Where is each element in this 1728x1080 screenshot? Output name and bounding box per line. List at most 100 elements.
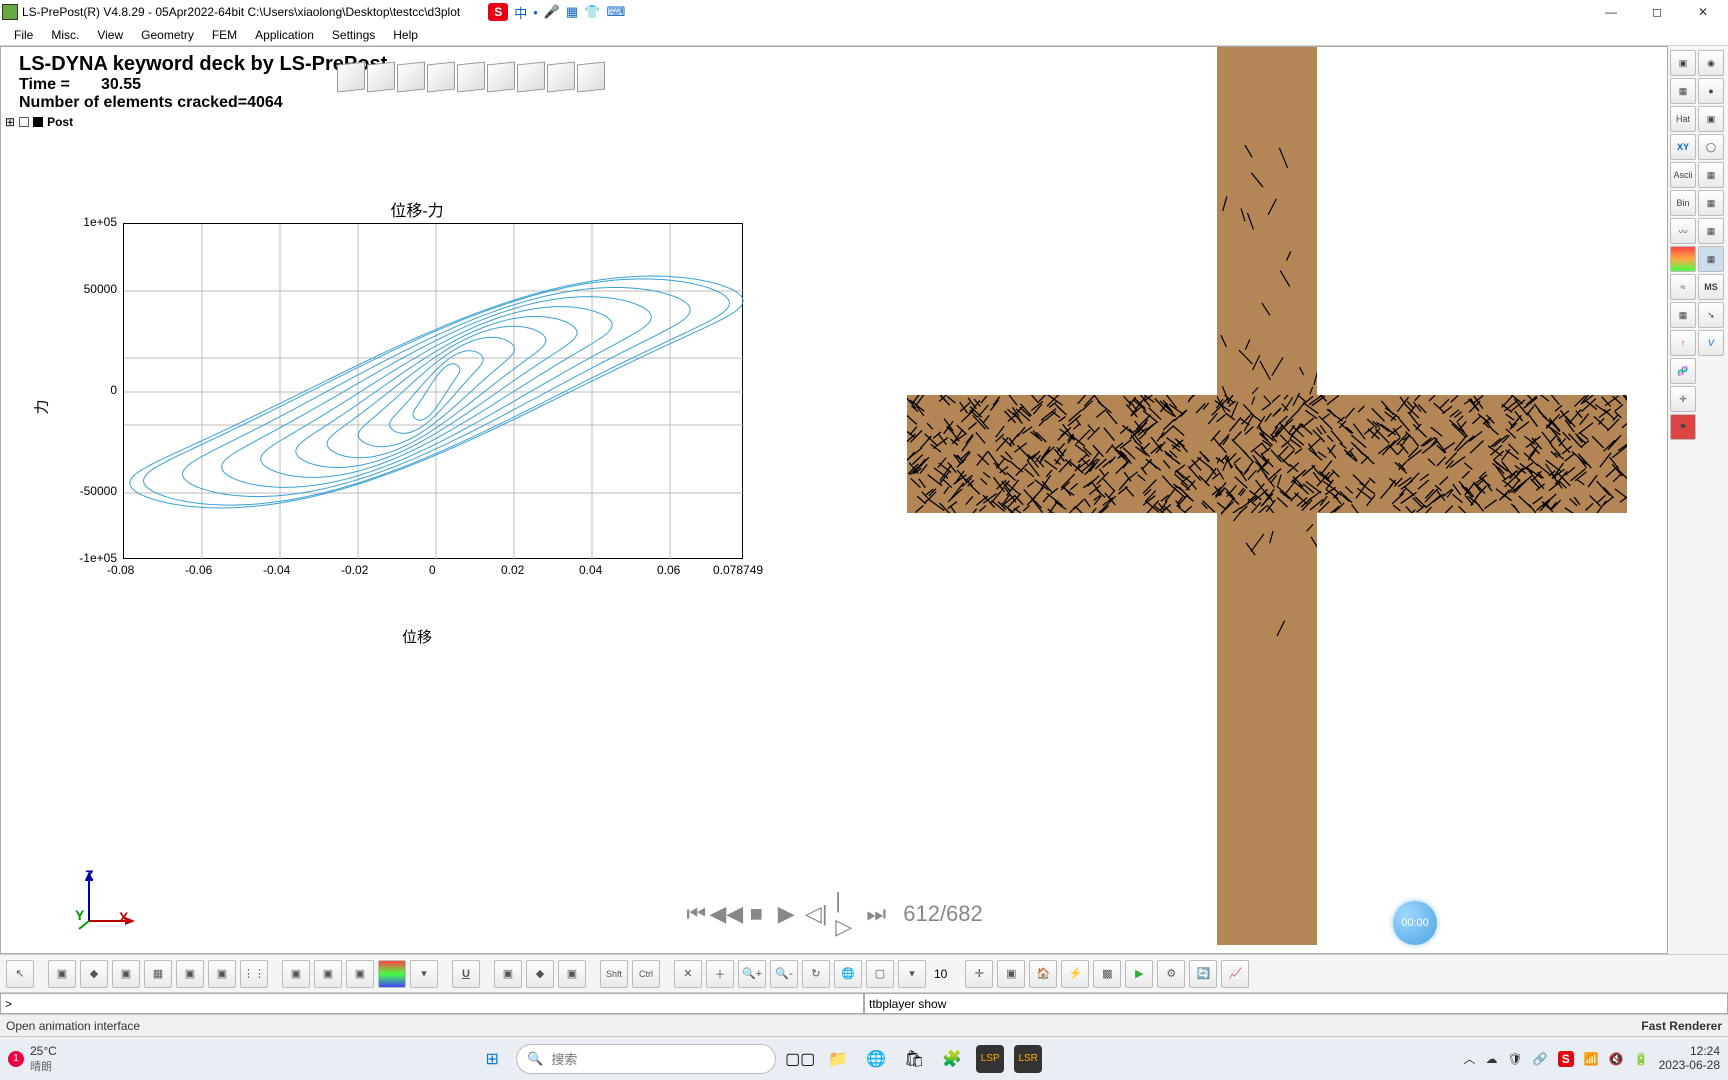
tool-grid3-icon[interactable]: ▦ [1698,246,1724,272]
bt-fringe-icon[interactable] [378,960,406,988]
menu-fem[interactable]: FEM [204,26,245,44]
menu-file[interactable]: File [6,26,41,44]
bt-wire5-icon[interactable]: ▣ [176,960,204,988]
menu-geometry[interactable]: Geometry [133,26,202,44]
bt-shade2-icon[interactable]: ▣ [314,960,342,988]
tool-cube-icon[interactable]: ▣ [1670,50,1696,76]
menu-misc[interactable]: Misc. [43,26,87,44]
store-icon[interactable]: 🛍 [900,1045,928,1073]
menu-settings[interactable]: Settings [324,26,383,44]
last-frame-button[interactable]: ⏭ [865,903,887,925]
tool-render-icon[interactable]: ◉ [1698,50,1724,76]
tool-mesh-icon[interactable]: ▦ [1698,218,1724,244]
bt-wire6-icon[interactable]: ▣ [208,960,236,988]
stop-button[interactable]: ■ [745,903,767,925]
ime-lang[interactable]: 中 [514,3,527,22]
tool-ball-icon[interactable]: ● [1698,78,1724,104]
view-front-icon[interactable] [367,62,395,93]
first-frame-button[interactable]: ⏮ [685,903,707,925]
ime-shirt-icon[interactable]: 👕 [584,4,600,20]
bt-shft-icon[interactable]: Shft [600,960,628,988]
model-tree[interactable]: ⊞ Post [5,115,73,129]
bt-box2-icon[interactable]: ◆ [526,960,554,988]
bt-refresh-icon[interactable]: 🔄 [1189,960,1217,988]
checkbox-icon[interactable] [19,117,29,127]
bt-graph-icon[interactable]: 📈 [1221,960,1249,988]
tool-bar-icon[interactable] [1670,246,1696,272]
weather-widget[interactable]: 1 25°C 晴朗 [8,1044,57,1074]
bt-home-icon[interactable]: 🏠 [1029,960,1057,988]
view-top-icon[interactable] [487,62,515,93]
menu-view[interactable]: View [89,26,131,44]
bt-flash-icon[interactable]: ⚡ [1061,960,1089,988]
bt-cube-icon[interactable]: ▣ [997,960,1025,988]
tool-cube2-icon[interactable]: ▣ [1698,106,1724,132]
tool-mat-icon[interactable]: ▦ [1670,302,1696,328]
tray-chevron-icon[interactable]: ︿ [1464,1050,1476,1067]
bt-axes-icon[interactable]: ✛ [965,960,993,988]
taskview-icon[interactable]: ▢▢ [786,1045,814,1073]
tray-security-icon[interactable]: 🛡 [1508,1052,1523,1066]
tool-grid2-icon[interactable]: ▦ [1698,190,1724,216]
bt-dd2-icon[interactable]: ▾ [898,960,926,988]
bt-clear-icon[interactable]: ✕ [674,960,702,988]
bt-box1-icon[interactable]: ▣ [494,960,522,988]
view-persp-icon[interactable] [547,62,575,93]
bt-wire1-icon[interactable]: ▣ [48,960,76,988]
bt-page-icon[interactable]: ▢ [866,960,894,988]
start-icon[interactable]: ⊞ [478,1045,506,1073]
menu-application[interactable]: Application [247,26,322,44]
tool-wave-icon[interactable]: ≈ [1670,274,1696,300]
ime-widget[interactable]: S 中 • 🎤 ▦ 👕 ⌨ [488,3,625,22]
cmd-input-left[interactable] [0,993,864,1014]
tool-grid-icon[interactable]: ▦ [1698,162,1724,188]
tool-vec-icon[interactable]: ↑ [1670,330,1696,356]
edge-icon[interactable]: 🌐 [862,1045,890,1073]
tool-hat-icon[interactable]: Hat [1670,106,1696,132]
ime-grid-icon[interactable]: ▦ [566,4,578,20]
tool-part-icon[interactable]: ▦ [1670,78,1696,104]
prev-frame-button[interactable]: ◀◀ [715,903,737,925]
menu-help[interactable]: Help [385,26,426,44]
cmd-input-right[interactable] [864,993,1728,1014]
step-fwd-button[interactable]: |▷ [835,903,857,925]
step-back-button[interactable]: ◁| [805,903,827,925]
lsp-icon[interactable]: LSP [976,1045,1004,1073]
bt-select-icon[interactable]: ↖ [6,960,34,988]
bt-globe-icon[interactable]: 🌐 [834,960,862,988]
tool-v-icon[interactable]: V [1698,330,1724,356]
ime-keyboard-icon[interactable]: ⌨ [606,4,625,20]
bt-shade1-icon[interactable]: ▣ [282,960,310,988]
tray-link-icon[interactable]: 🔗 [1533,1052,1548,1066]
tool-curve-icon[interactable]: 〰 [1670,218,1696,244]
tool-arrow-icon[interactable]: ➘ [1698,302,1724,328]
bt-rotate-icon[interactable]: ↻ [802,960,830,988]
tray-cloud-icon[interactable]: ☁ [1486,1052,1498,1066]
explorer-icon[interactable]: 📁 [824,1045,852,1073]
tree-node-post[interactable]: Post [47,115,73,129]
bt-checker-icon[interactable]: ▩ [1093,960,1121,988]
bt-shade3-icon[interactable]: ▣ [346,960,374,988]
bt-play-icon[interactable]: ▶ [1125,960,1153,988]
tool-axis-icon[interactable]: ✛ [1670,386,1696,412]
taskbar-clock[interactable]: 12:24 2023-06-28 [1659,1045,1720,1071]
play-button[interactable]: ▶ [775,903,797,925]
tool-xy-icon[interactable]: XY [1670,134,1696,160]
bt-wire7-icon[interactable]: ⋮⋮ [240,960,268,988]
view-bottom-icon[interactable] [517,62,545,93]
close-button[interactable]: ✕ [1680,0,1726,24]
tray-sogou-icon[interactable]: S [1558,1051,1574,1067]
tray-wifi-icon[interactable]: 📶 [1584,1052,1599,1066]
bt-dropdown-icon[interactable]: ▾ [410,960,438,988]
bt-wire3-icon[interactable]: ▣ [112,960,140,988]
bt-plus-icon[interactable]: ＋ [706,960,734,988]
bt-gear-icon[interactable]: ⚙ [1157,960,1185,988]
bt-ctrl-icon[interactable]: Ctrl [632,960,660,988]
tool-ms-icon[interactable]: MS [1698,274,1724,300]
bt-wire4-icon[interactable]: ▦ [144,960,172,988]
expand-icon[interactable]: ⊞ [5,115,15,129]
app1-icon[interactable]: 🧩 [938,1045,966,1073]
lsr-icon[interactable]: LSR [1014,1045,1042,1073]
minimize-button[interactable]: — [1588,0,1634,24]
view-ortho-icon[interactable] [577,62,605,93]
